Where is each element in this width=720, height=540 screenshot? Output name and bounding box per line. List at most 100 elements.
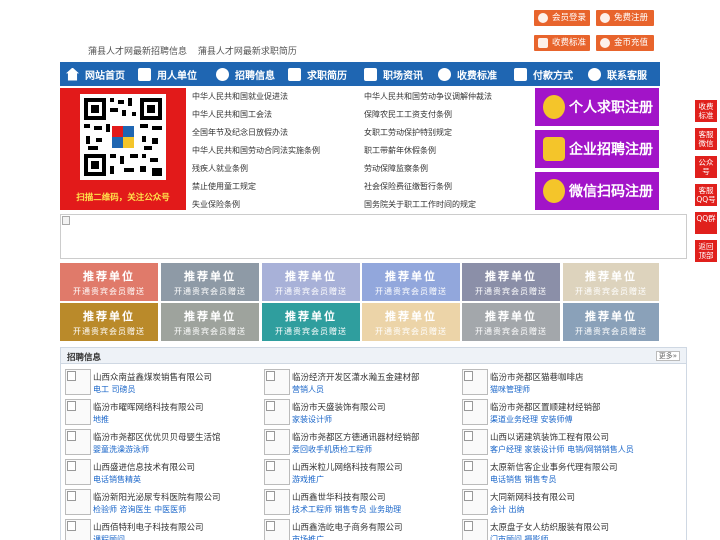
job-positions[interactable]: 爱回收手机质检工程师 xyxy=(292,444,372,455)
company-name[interactable]: 临汾市尧都区优优贝贝母婴生活馆 xyxy=(93,431,221,443)
job-positions[interactable]: 会计 出纳 xyxy=(490,504,525,515)
nav-employers[interactable]: 用人单位 xyxy=(132,62,210,86)
company-logo[interactable] xyxy=(264,429,290,455)
job-positions[interactable]: 猫咪管理师 xyxy=(490,384,530,395)
job-listing[interactable]: 临汾新阳光泌尿专科医院有限公司 检验师 咨询医生 中医医师 xyxy=(65,489,265,517)
job-listing[interactable]: 山西鑫世华科技有限公司 技术工程师 销售专员 业务助理 xyxy=(264,489,464,517)
job-listing[interactable]: 临汾市尧都区优优贝贝母婴生活馆 婴童洗澡游泳师 xyxy=(65,429,265,457)
ad-banner[interactable] xyxy=(60,214,687,259)
company-logo[interactable] xyxy=(462,519,488,540)
company-name[interactable]: 临汾市尧都区置顺建材经销部 xyxy=(490,401,601,413)
job-positions[interactable]: 电话销售 销售专员 xyxy=(490,474,557,485)
company-register-button[interactable]: 企业招聘注册 xyxy=(535,130,659,168)
company-name[interactable]: 山西鑫浩屹电子商务有限公司 xyxy=(292,521,403,533)
recommend-unit-slot[interactable]: 推荐单位 开通贵宾会员赠送 xyxy=(161,303,259,341)
law-link[interactable]: 禁止使用童工规定 xyxy=(192,181,256,192)
law-link[interactable]: 中华人民共和国劳动合同法实施条例 xyxy=(192,145,320,156)
company-logo[interactable] xyxy=(462,429,488,455)
recommend-unit-slot[interactable]: 推荐单位 开通贵宾会员赠送 xyxy=(563,303,659,341)
job-positions[interactable]: 营销人员 xyxy=(292,384,324,395)
company-logo[interactable] xyxy=(264,369,290,395)
job-positions[interactable]: 游戏推广 xyxy=(292,474,324,485)
company-logo[interactable] xyxy=(264,459,290,485)
law-link[interactable]: 中华人民共和国工会法 xyxy=(192,109,272,120)
nav-support[interactable]: 联系客服 xyxy=(582,62,660,86)
company-logo[interactable] xyxy=(264,399,290,425)
law-link[interactable]: 保障农民工工资支付条例 xyxy=(364,109,452,120)
nav-payment[interactable]: 付款方式 xyxy=(508,62,582,86)
personal-register-button[interactable]: 个人求职注册 xyxy=(535,88,659,126)
company-name[interactable]: 大同新网科技有限公司 xyxy=(490,491,575,503)
side-back-to-top[interactable]: 返回顶部 xyxy=(695,240,717,262)
company-name[interactable]: 山西米粒儿网络科技有限公司 xyxy=(292,461,403,473)
side-pricing[interactable]: 收费标准 xyxy=(695,100,717,122)
company-logo[interactable] xyxy=(65,489,91,515)
company-name[interactable]: 山西盛进信息技术有限公司 xyxy=(93,461,195,473)
side-qq-support[interactable]: 客服QQ号 xyxy=(695,184,717,206)
company-name[interactable]: 临汾市天盛装饰有限公司 xyxy=(292,401,386,413)
company-name[interactable]: 山西佰特利电子科技有限公司 xyxy=(93,521,204,533)
job-positions[interactable]: 电话销售精英 xyxy=(93,474,141,485)
law-link[interactable]: 中华人民共和国劳动争议调解仲裁法 xyxy=(364,91,492,102)
company-logo[interactable] xyxy=(462,489,488,515)
law-link[interactable]: 社会保险费征缴暂行条例 xyxy=(364,181,452,192)
job-listing[interactable]: 临汾经济开发区潇水瀚五金建材部 营销人员 xyxy=(264,369,464,397)
law-link[interactable]: 失业保险条例 xyxy=(192,199,240,210)
pricing-button[interactable]: 收费标准 xyxy=(534,35,590,51)
company-name[interactable]: 临汾市尧都区方德通讯器材经销部 xyxy=(292,431,420,443)
law-link[interactable]: 中华人民共和国就业促进法 xyxy=(192,91,288,102)
recommend-unit-slot[interactable]: 推荐单位 开通贵宾会员赠送 xyxy=(563,263,659,301)
job-listing[interactable]: 山西以诺建筑装饰工程有限公司 客户经理 家装设计师 电销/网销销售人员 xyxy=(462,429,662,457)
coin-recharge-button[interactable]: 金币充值 xyxy=(596,35,654,51)
job-listing[interactable]: 太原盘子女人纺织服装有限公司 门市顾问 摄影师 xyxy=(462,519,662,540)
job-positions[interactable]: 婴童洗澡游泳师 xyxy=(93,444,149,455)
job-listing[interactable]: 山西盛进信息技术有限公司 电话销售精英 xyxy=(65,459,265,487)
recommend-unit-slot[interactable]: 推荐单位 开通贵宾会员赠送 xyxy=(462,303,560,341)
company-logo[interactable] xyxy=(264,519,290,540)
job-positions[interactable]: 家装设计师 xyxy=(292,414,332,425)
job-listing[interactable]: 山西佰特利电子科技有限公司 课程顾问 xyxy=(65,519,265,540)
company-logo[interactable] xyxy=(462,399,488,425)
job-listing[interactable]: 山西鑫浩屹电子商务有限公司 市场推广 xyxy=(264,519,464,540)
job-positions[interactable]: 市场推广 xyxy=(292,534,324,540)
nav-home[interactable]: 网站首页 xyxy=(60,62,132,86)
jobs-more-link[interactable]: 更多» xyxy=(655,351,680,361)
recommend-unit-slot[interactable]: 推荐单位 开通贵宾会员赠送 xyxy=(462,263,560,301)
company-name[interactable]: 临汾市曜晖网络科技有限公司 xyxy=(93,401,204,413)
job-listing[interactable]: 太原新信客企业事务代理有限公司 电话销售 销售专员 xyxy=(462,459,662,487)
company-name[interactable]: 临汾市尧都区猫巷咖啡店 xyxy=(490,371,584,383)
recommend-unit-slot[interactable]: 推荐单位 开通贵宾会员赠送 xyxy=(262,303,360,341)
company-name[interactable]: 太原盘子女人纺织服装有限公司 xyxy=(490,521,609,533)
job-positions[interactable]: 课程顾问 xyxy=(93,534,125,540)
job-listing[interactable]: 临汾市尧都区置顺建材经销部 渠道业务经理 安装师傅 xyxy=(462,399,662,427)
qr-code-image[interactable] xyxy=(80,94,166,180)
nav-jobs[interactable]: 招聘信息 xyxy=(210,62,282,86)
recommend-unit-slot[interactable]: 推荐单位 开通贵宾会员赠送 xyxy=(161,263,259,301)
job-listing[interactable]: 临汾市尧都区方德通讯器材经销部 爱回收手机质检工程师 xyxy=(264,429,464,457)
company-name[interactable]: 山西众南益鑫煤炭销售有限公司 xyxy=(93,371,212,383)
nav-pricing[interactable]: 收费标准 xyxy=(432,62,508,86)
job-positions[interactable]: 客户经理 家装设计师 电销/网销销售人员 xyxy=(490,444,634,455)
company-logo[interactable] xyxy=(65,399,91,425)
company-logo[interactable] xyxy=(65,369,91,395)
job-listing[interactable]: 大同新网科技有限公司 会计 出纳 xyxy=(462,489,662,517)
member-login-button[interactable]: 会员登录 xyxy=(534,10,590,26)
company-name[interactable]: 太原新信客企业事务代理有限公司 xyxy=(490,461,618,473)
job-positions[interactable]: 检验师 咨询医生 中医医师 xyxy=(93,504,186,515)
law-link[interactable]: 国务院关于职工工作时间的规定 xyxy=(364,199,476,210)
company-logo[interactable] xyxy=(65,519,91,540)
nav-resumes[interactable]: 求职简历 xyxy=(282,62,358,86)
company-name[interactable]: 山西鑫世华科技有限公司 xyxy=(292,491,386,503)
company-name[interactable]: 临汾经济开发区潇水瀚五金建材部 xyxy=(292,371,420,383)
company-logo[interactable] xyxy=(462,369,488,395)
latest-jobs-link[interactable]: 蒲县人才网最新招聘信息 xyxy=(88,47,187,57)
law-link[interactable]: 残疾人就业条例 xyxy=(192,163,248,174)
job-positions[interactable]: 技术工程师 销售专员 业务助理 xyxy=(292,504,401,515)
job-positions[interactable]: 渠道业务经理 安装师傅 xyxy=(490,414,573,425)
law-link[interactable]: 职工带薪年休假条例 xyxy=(364,145,436,156)
law-link[interactable]: 劳动保障监察条例 xyxy=(364,163,428,174)
wechat-register-button[interactable]: 微信扫码注册 xyxy=(535,172,659,210)
recommend-unit-slot[interactable]: 推荐单位 开通贵宾会员赠送 xyxy=(60,263,158,301)
recommend-unit-slot[interactable]: 推荐单位 开通贵宾会员赠送 xyxy=(362,263,460,301)
company-logo[interactable] xyxy=(462,459,488,485)
